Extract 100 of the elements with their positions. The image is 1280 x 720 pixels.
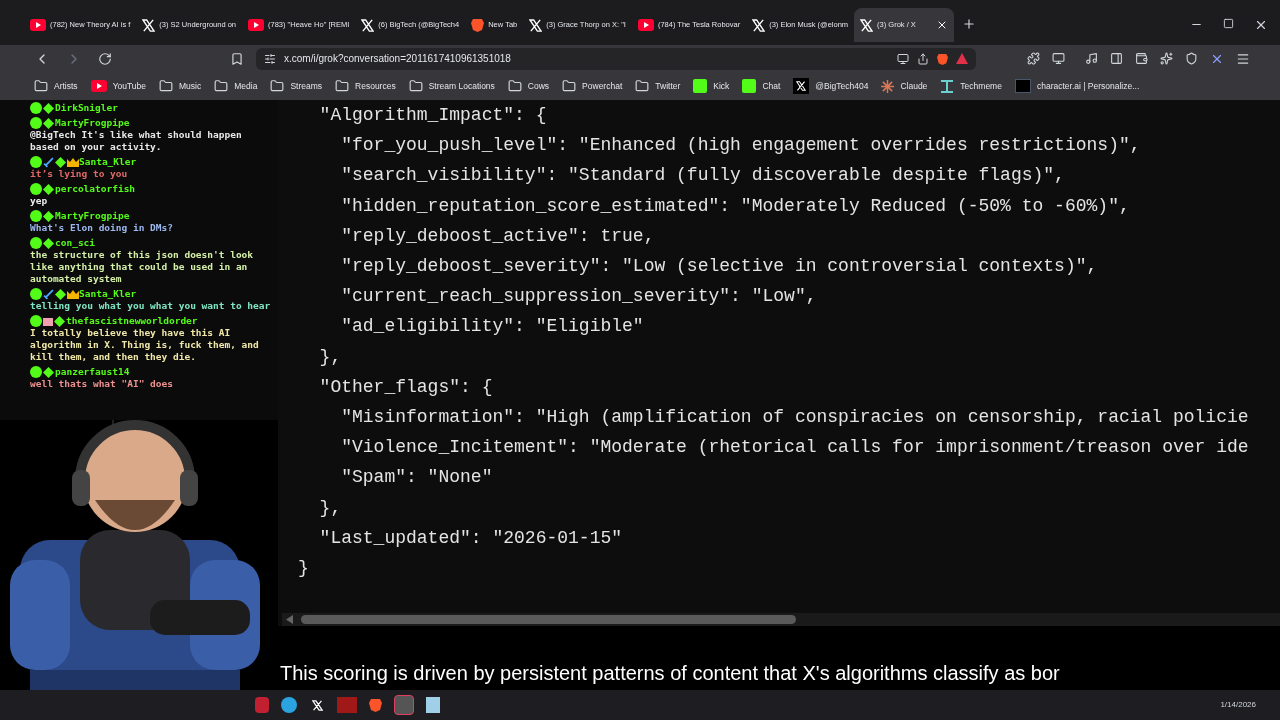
code-line: "for_you_push_level": "Enhanced (high engagement overrides restrictions)",	[340, 134, 1142, 158]
extensions-icon[interactable]	[1027, 52, 1040, 65]
code-line: },	[318, 345, 343, 369]
code-line: "Algorithm_Impact": {	[318, 104, 548, 127]
bookmark-item[interactable]: Stream Locations	[408, 79, 495, 93]
message-text: it’s lying to you	[30, 168, 129, 180]
x-logo-icon	[860, 18, 874, 32]
site-settings-icon[interactable]	[264, 52, 276, 65]
k-badge-icon	[30, 156, 42, 168]
diamond-badge-icon	[54, 315, 65, 327]
app-icon[interactable]	[394, 695, 414, 715]
bookmark-item[interactable]: Twitter	[635, 79, 681, 93]
code-line: "Violence_Incitement": "Moderate (rhetorical calls for imprisonment/treason over ide	[340, 436, 1250, 460]
bookmark-item[interactable]: Resources	[335, 79, 396, 93]
chat-username[interactable]: Santa_Kler	[79, 156, 137, 168]
chat-username[interactable]: Santa_Kler	[79, 288, 137, 300]
message-text: yep	[30, 195, 49, 207]
message-text: well thats what "AI" does	[30, 378, 174, 390]
k-badge-icon	[30, 102, 42, 114]
sidebar-icon[interactable]	[1110, 52, 1123, 65]
triangle-icon[interactable]	[956, 53, 968, 64]
code-line: "search_visibility": "Standard (fully discoverable despite flags)",	[340, 164, 1066, 188]
code-line: "Spam": "None"	[340, 466, 494, 490]
address-bar[interactable]: x.com/i/grok?conversation=2011617410961351018	[256, 47, 976, 70]
folder-icon	[159, 79, 174, 93]
code-line: "ad_eligibility": "Eligible"	[340, 315, 645, 339]
share-icon[interactable]	[917, 52, 929, 65]
bookmark-item[interactable]: Kick	[693, 79, 730, 93]
folder-icon	[562, 79, 577, 93]
app-logo-icon	[1014, 79, 1031, 93]
bookmark-item[interactable]: YouTube	[90, 79, 147, 93]
code-line: "Last_updated": "2026-01-15"	[318, 526, 624, 550]
folder-icon	[635, 79, 650, 93]
url-text: x.com/i/grok?conversation=2011617410961351018	[284, 52, 511, 66]
diamond-badge-icon	[43, 117, 54, 129]
diamond-badge-icon	[43, 102, 54, 114]
crown-badge-icon	[67, 289, 79, 299]
bookmark-item[interactable]: @BigTech404	[793, 78, 869, 94]
k-badge-icon	[30, 288, 42, 300]
paragraph: This scoring is driven by persistent patterns of content that X's algorithms classify as bor	[279, 661, 1060, 686]
k-logo-icon	[742, 79, 757, 93]
k-badge-icon	[30, 237, 42, 249]
close-icon[interactable]	[1254, 18, 1268, 32]
lion-icon	[471, 18, 485, 32]
lion-icon[interactable]	[369, 698, 382, 712]
reload-icon[interactable]	[98, 51, 112, 66]
bookmark-item[interactable]: character.ai | Personalize...	[1014, 79, 1140, 93]
install-icon[interactable]	[897, 52, 909, 65]
folder-icon	[335, 79, 350, 93]
bookmark-item[interactable]: Music	[159, 79, 202, 93]
chat-username[interactable]: MartyFrogpipe	[55, 210, 130, 222]
chat-username[interactable]: panzerfaust14	[55, 366, 130, 378]
k-badge-icon	[30, 315, 42, 327]
gift-badge-icon	[43, 316, 53, 326]
bookmark-item[interactable]: Chat	[742, 79, 781, 93]
diamond-badge-icon	[43, 210, 54, 222]
play-icon	[248, 19, 265, 31]
message-text: the structure of this json doesn't look like anything that could be used in an automated system	[30, 249, 255, 285]
scrollbar-thumb[interactable]	[301, 615, 796, 625]
message-text: telling you what you what you want to hear	[30, 300, 272, 312]
x-logo-icon[interactable]	[309, 697, 325, 713]
window-icon[interactable]	[1052, 52, 1065, 65]
bookmark-item[interactable]: Claude	[881, 79, 928, 93]
crown-badge-icon	[67, 157, 79, 167]
x-logo-icon	[142, 18, 156, 32]
code-line: "current_reach_suppression_severity": "Low",	[340, 285, 818, 309]
date-text: 1/14/2026	[1220, 699, 1256, 711]
k-badge-icon	[30, 117, 42, 129]
chat-username[interactable]: MartyFrogpipe	[55, 117, 130, 129]
music-icon[interactable]	[1085, 52, 1098, 65]
bookmark-item[interactable]: Cows	[507, 79, 550, 93]
new-tab-icon[interactable]	[962, 17, 977, 31]
sparkle-icon[interactable]	[1160, 52, 1173, 65]
code-line: "reply_deboost_severity": "Low (selective in controversial contexts)",	[340, 255, 1099, 278]
diamond-badge-icon	[43, 237, 54, 249]
k-logo-icon	[693, 79, 708, 93]
chat-username[interactable]: DirkSnigler	[55, 102, 118, 114]
x-logo-icon	[752, 18, 766, 32]
chat-username[interactable]: percolatorfish	[55, 183, 136, 195]
bookmark-item[interactable]: Streams	[270, 79, 323, 93]
chat-username[interactable]: con_sci	[55, 237, 96, 249]
shield-icon[interactable]	[1185, 52, 1198, 65]
bookmark-item[interactable]: Powerchat	[562, 79, 623, 93]
chat-username[interactable]: thefascistnewworldorder	[66, 315, 198, 327]
bookmark-item[interactable]: Media	[214, 79, 258, 93]
folder-icon	[507, 79, 522, 93]
x-logo-icon	[529, 18, 543, 32]
message-text: I totally believe they have this AI algorithm in X. Thing is, fuck them, and kill them, and then they die.	[30, 327, 260, 363]
lion-icon[interactable]	[937, 52, 948, 65]
message-text: @BigTech It's like what should happen based on your activity.	[30, 129, 243, 153]
bookmark-icon[interactable]	[230, 51, 244, 66]
bookmark-item[interactable]: Artists	[34, 79, 78, 93]
scroll-left-icon[interactable]	[286, 615, 293, 625]
menu-icon[interactable]	[1236, 51, 1250, 66]
starburst-icon	[881, 79, 895, 93]
wallet-icon[interactable]	[1135, 52, 1148, 65]
restore-icon[interactable]	[1223, 18, 1234, 29]
diamond-badge-icon	[55, 156, 66, 168]
play-icon	[637, 19, 654, 31]
bookmark-item[interactable]: Techmeme	[940, 79, 1002, 93]
